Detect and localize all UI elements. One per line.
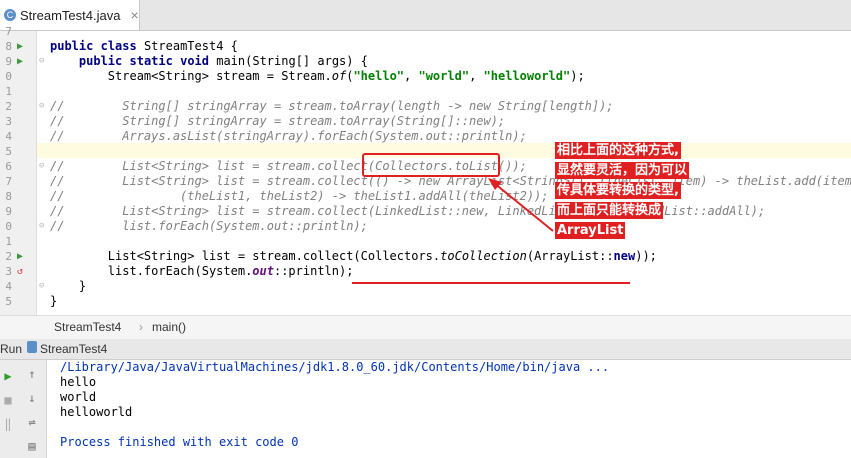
tab-label: StreamTest4.java	[20, 7, 121, 23]
run-config-name[interactable]: StreamTest4	[40, 342, 107, 356]
code-editor[interactable]: 7 8 ▶ public class StreamTest4 {9 ▶ ⊖ public …	[0, 25, 851, 315]
console-output-line: hello	[60, 375, 97, 389]
console-output-line: world	[60, 390, 97, 404]
console-command: /Library/Java/JavaVirtualMachines/jdk1.8…	[60, 360, 610, 374]
console-output-line: helloworld	[60, 405, 133, 419]
print-icon[interactable]: ▤	[24, 438, 40, 454]
breadcrumb-class[interactable]: StreamTest4	[54, 320, 121, 334]
console-exit-message: Process finished with exit code 0	[60, 435, 299, 449]
soft-wrap-icon[interactable]: ⇌	[24, 414, 40, 430]
stop-icon[interactable]: ■	[0, 392, 16, 408]
run-tool-header: Run StreamTest4	[0, 339, 851, 360]
java-class-icon: C	[4, 9, 16, 21]
breadcrumb: StreamTest4 › main()	[0, 315, 851, 340]
rerun-icon[interactable]: ▶	[0, 368, 16, 384]
close-icon[interactable]: ×	[130, 7, 138, 23]
console-toolbar: ▶ ↑ ■ ↓ ‖ ⇌ ▤	[0, 360, 47, 458]
config-icon	[27, 341, 37, 353]
breadcrumb-separator: ›	[139, 320, 143, 334]
breadcrumb-method[interactable]: main()	[152, 320, 186, 334]
scroll-up-icon[interactable]: ↑	[24, 366, 40, 382]
scroll-down-icon[interactable]: ↓	[24, 390, 40, 406]
console-panel: ▶ ↑ ■ ↓ ‖ ⇌ ▤ /Library/Java/JavaVirtualM…	[0, 360, 851, 458]
annotation-arrow	[488, 178, 554, 232]
pause-icon[interactable]: ‖	[0, 416, 16, 432]
run-label: Run	[0, 342, 23, 356]
